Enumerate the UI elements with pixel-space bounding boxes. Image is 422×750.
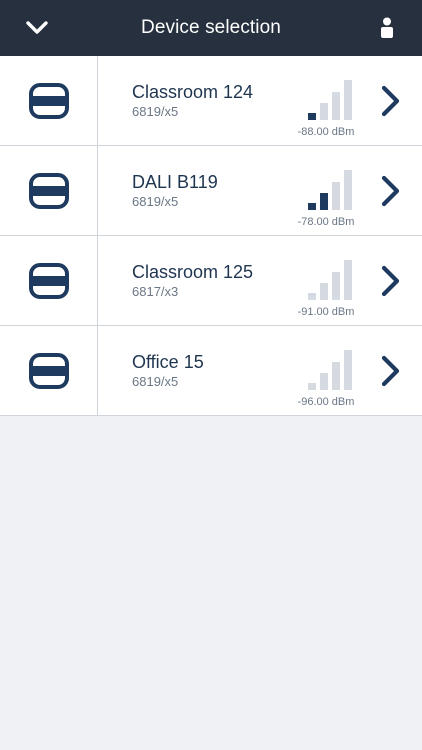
signal-bar xyxy=(332,272,340,300)
signal-bar xyxy=(332,362,340,390)
user-button[interactable] xyxy=(374,14,400,42)
device-icon xyxy=(28,82,69,119)
signal-bar xyxy=(320,283,328,300)
signal-value: -78.00 dBm xyxy=(297,216,355,228)
device-row[interactable]: Office 15 6819/x5 -96.00 dBm xyxy=(0,326,422,416)
device-name: Office 15 xyxy=(132,352,204,372)
device-row[interactable]: DALI B119 6819/x5 -78.00 dBm xyxy=(0,146,422,236)
device-icon xyxy=(28,262,69,299)
page-title: Device selection xyxy=(141,17,281,38)
signal-bar xyxy=(332,182,340,210)
device-model: 6817/x3 xyxy=(132,284,179,299)
signal-bar xyxy=(344,350,352,390)
device-icon-cell xyxy=(0,56,98,145)
signal-value: -96.00 dBm xyxy=(297,396,355,408)
device-name: Classroom 124 xyxy=(132,82,254,102)
signal-bar xyxy=(320,373,328,390)
top-bar: Device selection xyxy=(0,0,422,56)
signal-bar xyxy=(308,113,316,120)
signal-strength-icon xyxy=(306,260,354,300)
signal-value: -88.00 dBm xyxy=(297,126,355,138)
signal-bar xyxy=(308,293,316,300)
chevron-right-icon[interactable] xyxy=(378,264,404,298)
device-icon-cell xyxy=(0,326,98,415)
signal-strength-icon xyxy=(306,170,354,210)
device-icon-cell xyxy=(0,146,98,235)
device-icon xyxy=(28,172,69,209)
device-model: 6819/x5 xyxy=(132,104,179,119)
signal-bar xyxy=(344,80,352,120)
signal-bar xyxy=(320,103,328,120)
signal-bar xyxy=(308,203,316,210)
device-name: Classroom 125 xyxy=(132,262,254,282)
device-name: DALI B119 xyxy=(132,172,218,192)
chevron-right-icon[interactable] xyxy=(378,354,404,388)
device-icon xyxy=(28,352,69,389)
signal-bar xyxy=(344,260,352,300)
signal-value: -91.00 dBm xyxy=(297,306,355,318)
signal-bar xyxy=(344,170,352,210)
signal-bar xyxy=(320,193,328,210)
signal-strength-icon xyxy=(306,80,354,120)
chevron-right-icon[interactable] xyxy=(378,84,404,118)
device-model: 6819/x5 xyxy=(132,194,179,209)
signal-bar xyxy=(332,92,340,120)
device-icon-cell xyxy=(0,236,98,325)
signal-bar xyxy=(308,383,316,390)
signal-strength-icon xyxy=(306,350,354,390)
device-list: Classroom 124 6819/x5 -88.00 dBm DALI B1… xyxy=(0,56,422,416)
device-row[interactable]: Classroom 124 6819/x5 -88.00 dBm xyxy=(0,56,422,146)
user-icon xyxy=(381,17,393,38)
device-model: 6819/x5 xyxy=(132,374,179,389)
chevron-right-icon[interactable] xyxy=(378,174,404,208)
device-row[interactable]: Classroom 125 6817/x3 -91.00 dBm xyxy=(0,236,422,326)
